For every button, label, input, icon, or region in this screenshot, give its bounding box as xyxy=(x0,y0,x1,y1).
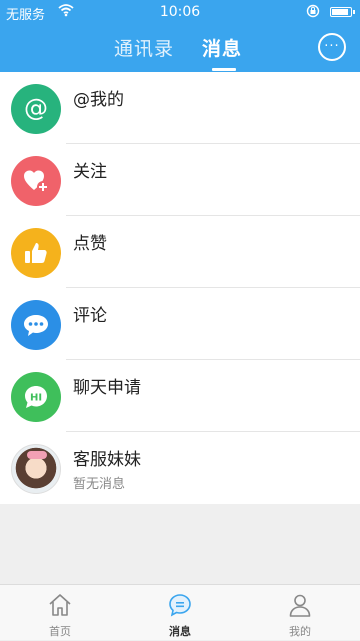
list-item-comments[interactable]: 评论 xyxy=(0,288,360,360)
avatar xyxy=(11,444,61,494)
tab-message[interactable]: 消息 xyxy=(120,585,240,641)
tab-contacts[interactable]: 通讯录 xyxy=(114,34,174,61)
thumbs-up-icon xyxy=(11,228,61,278)
list-item-title: @我的 xyxy=(73,90,124,110)
battery-icon xyxy=(330,7,355,17)
chat-bubble-icon[interactable]: ··· xyxy=(318,33,346,61)
list-item-title: 聊天申请 xyxy=(73,378,141,398)
svg-text:@: @ xyxy=(24,94,48,122)
list-item-chat-requests[interactable]: HI 聊天申请 xyxy=(0,360,360,432)
rotation-lock-icon xyxy=(306,4,320,22)
list-item-likes[interactable]: 点赞 xyxy=(0,216,360,288)
header: 通讯录 消息 ··· xyxy=(0,24,360,72)
list-item-title: 点赞 xyxy=(73,234,107,254)
tab-messages[interactable]: 消息 xyxy=(202,34,242,61)
svg-text:HI: HI xyxy=(30,393,42,404)
tab-home[interactable]: 首页 xyxy=(0,585,120,641)
list-item-title: 评论 xyxy=(73,306,107,326)
tab-label: 消息 xyxy=(169,625,191,638)
list-item-title: 关注 xyxy=(73,162,107,182)
message-list: @ @我的 关注 点赞 评论 HI 聊天申请 客服妹妹 暂无消息 xyxy=(0,72,360,504)
list-item-title: 客服妹妹 xyxy=(73,450,141,470)
tab-label: 我的 xyxy=(289,625,311,638)
message-icon xyxy=(168,593,192,617)
hi-bubble-icon: HI xyxy=(11,372,61,422)
list-item-subtitle: 暂无消息 xyxy=(73,477,126,492)
list-item-mentions[interactable]: @ @我的 xyxy=(0,72,360,144)
at-icon: @ xyxy=(11,84,61,134)
status-bar: 无服务 10:06 xyxy=(0,0,360,24)
home-icon xyxy=(48,593,72,617)
comment-icon xyxy=(11,300,61,350)
tab-label: 首页 xyxy=(49,625,71,638)
list-item-follow[interactable]: 关注 xyxy=(0,144,360,216)
active-tab-indicator xyxy=(212,68,236,71)
bottom-tab-bar: 首页 消息 我的 xyxy=(0,584,360,640)
tab-profile[interactable]: 我的 xyxy=(240,585,360,641)
heart-plus-icon xyxy=(11,156,61,206)
list-item-customer-service[interactable]: 客服妹妹 暂无消息 xyxy=(0,432,360,504)
profile-icon xyxy=(288,593,312,617)
